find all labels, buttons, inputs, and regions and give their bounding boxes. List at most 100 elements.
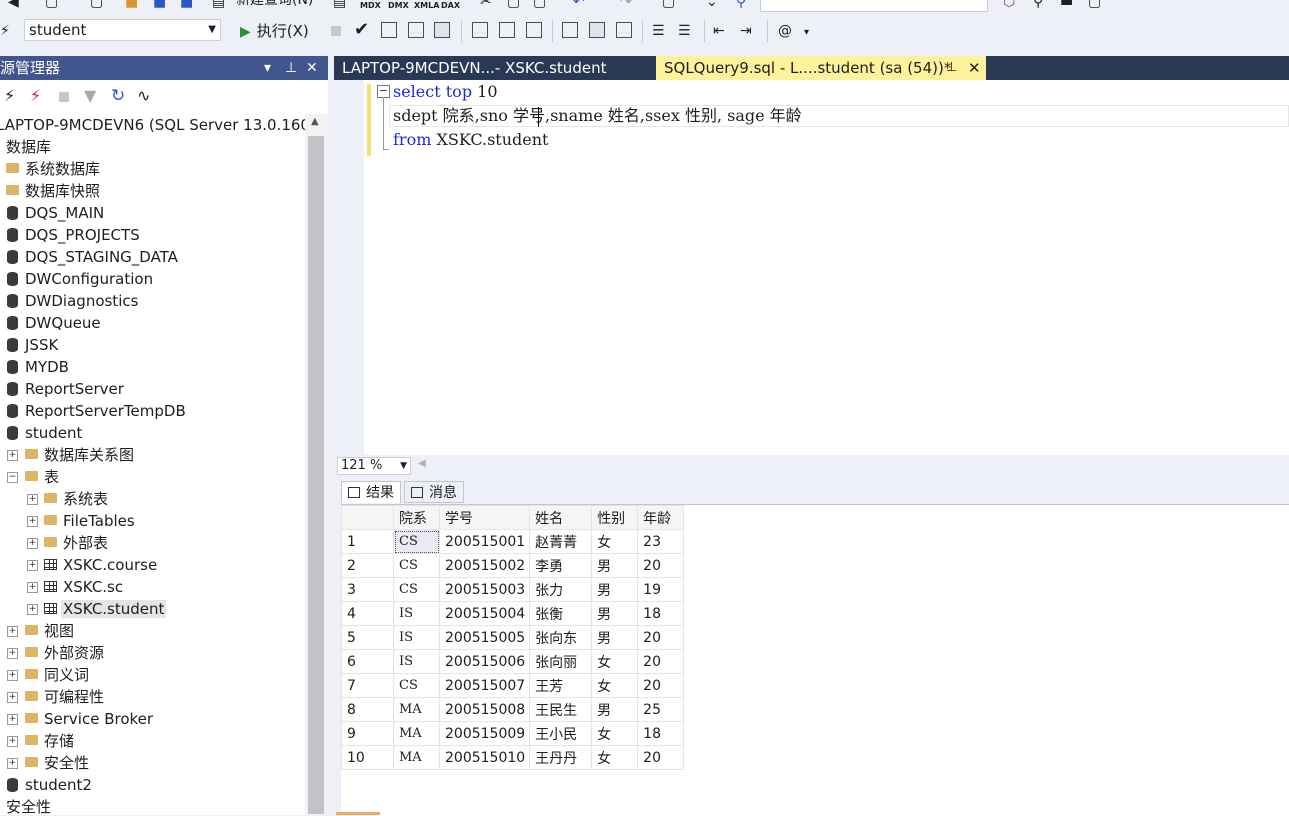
column-header[interactable]: 姓名	[529, 505, 593, 530]
undo-icon[interactable]: ↶	[573, 0, 585, 10]
grid-cell[interactable]: 18	[637, 721, 685, 746]
grid-cell[interactable]: 200515007	[438, 673, 531, 698]
tree-node-security-db[interactable]: + 安全性	[0, 752, 89, 774]
paste-icon[interactable]: ▢	[533, 0, 546, 10]
grid-cell[interactable]: 女	[591, 529, 639, 554]
expand-icon[interactable]: +	[27, 560, 38, 571]
dax-query-button[interactable]: DAX	[441, 0, 460, 14]
cut-icon[interactable]: ✂	[480, 0, 492, 10]
grid-cell[interactable]: 20	[637, 673, 685, 698]
tree-node-db-student2[interactable]: student2	[0, 774, 92, 796]
expand-icon[interactable]: +	[27, 494, 38, 505]
tree-node-db-diagrams[interactable]: + 数据库关系图	[0, 444, 134, 466]
tree-node-db-reportserver[interactable]: ReportServer	[0, 378, 124, 400]
row-number-cell[interactable]: 2	[341, 553, 394, 578]
client-stats-icon[interactable]	[526, 22, 542, 38]
column-header[interactable]: 性别	[591, 505, 639, 530]
grid-cell[interactable]: 赵菁菁	[529, 529, 593, 554]
connect-icon[interactable]: ⚡	[0, 23, 10, 39]
row-number-cell[interactable]: 6	[341, 649, 394, 674]
expand-icon[interactable]: +	[7, 758, 18, 769]
expand-icon[interactable]: +	[27, 582, 38, 593]
expand-icon[interactable]: +	[7, 670, 18, 681]
tree-node-tables[interactable]: − 表	[0, 466, 59, 488]
dropdown-icon[interactable]: ⌄	[706, 0, 718, 10]
refresh-icon[interactable]: ↻	[111, 88, 125, 105]
tree-node-db-dqs-projects[interactable]: DQS_PROJECTS	[0, 224, 140, 246]
grid-cell[interactable]: 王芳	[529, 673, 593, 698]
back-icon[interactable]: ◀	[8, 0, 19, 10]
db-engine-query-icon[interactable]: ▤	[333, 0, 346, 10]
grid-cell[interactable]: IS	[393, 601, 440, 626]
expand-icon[interactable]: +	[7, 736, 18, 747]
grid-cell[interactable]: 李勇	[529, 553, 593, 578]
comment-icon[interactable]: ☰	[652, 23, 665, 39]
grid-cell[interactable]: 张向东	[529, 625, 593, 650]
column-header[interactable]: 学号	[438, 505, 531, 530]
xmla-query-button[interactable]: XMLA	[414, 0, 439, 14]
grid-cell[interactable]: MA	[393, 721, 440, 746]
row-header-corner[interactable]	[341, 505, 394, 530]
tree-node-views[interactable]: + 视图	[0, 620, 74, 642]
grid-cell[interactable]: 男	[591, 601, 639, 626]
grid-cell[interactable]: 19	[637, 577, 685, 602]
specify-values-icon[interactable]: @	[778, 23, 792, 39]
row-number-cell[interactable]: 4	[341, 601, 394, 626]
close-icon[interactable]: ✕	[968, 56, 981, 80]
column-header[interactable]: 院系	[393, 505, 440, 530]
grid-cell[interactable]: 男	[591, 697, 639, 722]
grid-cell[interactable]: 25	[637, 697, 685, 722]
zoom-select[interactable]: 121 % ▼	[337, 457, 411, 475]
results-to-file-icon[interactable]	[616, 22, 632, 38]
window-icon[interactable]: ▢	[1088, 0, 1101, 10]
grid-cell[interactable]: CS	[393, 673, 440, 698]
sql-editor[interactable]: − select top 10 sdept 院系,sno 学号,sname 姓名…	[334, 80, 1289, 455]
grid-cell[interactable]: 23	[637, 529, 685, 554]
query-designer-icon[interactable]	[408, 22, 424, 38]
grid-cell[interactable]: IS	[393, 625, 440, 650]
grid-cell[interactable]: 王丹丹	[529, 745, 593, 770]
grid-cell[interactable]: 200515003	[438, 577, 531, 602]
grid-cell[interactable]: 18	[637, 601, 685, 626]
grid-cell[interactable]: 男	[591, 577, 639, 602]
tree-node-security[interactable]: 安全性	[6, 796, 51, 815]
execute-button[interactable]: ▶ 执行(X)	[240, 21, 309, 42]
toolbar-overflow-icon[interactable]: ▾	[804, 25, 809, 41]
row-number-cell[interactable]: 8	[341, 697, 394, 722]
expand-icon[interactable]: +	[27, 516, 38, 527]
tree-node-external-resources[interactable]: + 外部资源	[0, 642, 104, 664]
grid-cell[interactable]: 200515004	[438, 601, 531, 626]
tree-node-db-dqs-main[interactable]: DQS_MAIN	[0, 202, 104, 224]
toolbox-icon[interactable]: ▬	[1060, 0, 1073, 10]
tree-node-db-dwqueue[interactable]: DWQueue	[0, 312, 101, 334]
connect-icon[interactable]: ⚡	[4, 88, 15, 104]
dmx-query-button[interactable]: DMX	[388, 0, 409, 14]
close-icon[interactable]: ✕	[306, 56, 318, 80]
live-stats-icon[interactable]	[499, 22, 515, 38]
tree-node-db-mydb[interactable]: MYDB	[0, 356, 69, 378]
grid-cell[interactable]: CS	[393, 529, 440, 554]
collapse-icon[interactable]: −	[7, 472, 18, 483]
tree-node-table-student[interactable]: + XSKC.student	[0, 598, 167, 620]
tab-sqlquery9[interactable]: SQLQuery9.sql - L....student (sa (54))* …	[656, 56, 986, 80]
tree-node-system-tables[interactable]: + 系统表	[0, 488, 108, 510]
display-plan-icon[interactable]	[381, 22, 397, 38]
tab-messages[interactable]: 消息	[404, 481, 464, 503]
vs-icon[interactable]: ⬡	[1003, 0, 1015, 10]
new-query-icon[interactable]: ▤	[212, 0, 225, 10]
tree-node-table-course[interactable]: + XSKC.course	[0, 554, 157, 576]
tree-node-programmability[interactable]: + 可编程性	[0, 686, 104, 708]
search-icon[interactable]: ⚲	[736, 0, 746, 10]
properties-icon[interactable]: ⚲	[1033, 0, 1043, 10]
results-to-grid-icon[interactable]	[589, 22, 605, 38]
grid-cell[interactable]: 男	[591, 553, 639, 578]
expand-icon[interactable]: +	[7, 714, 18, 725]
copy-icon[interactable]: ▢	[507, 0, 520, 10]
row-number-cell[interactable]: 7	[341, 673, 394, 698]
database-select[interactable]: student ▼	[24, 19, 221, 41]
grid-cell[interactable]: MA	[393, 745, 440, 770]
grid-cell[interactable]: IS	[393, 649, 440, 674]
pin-icon[interactable]: ⊥	[285, 56, 297, 80]
row-number-cell[interactable]: 3	[341, 577, 394, 602]
find-icon[interactable]: ▢	[662, 0, 675, 10]
